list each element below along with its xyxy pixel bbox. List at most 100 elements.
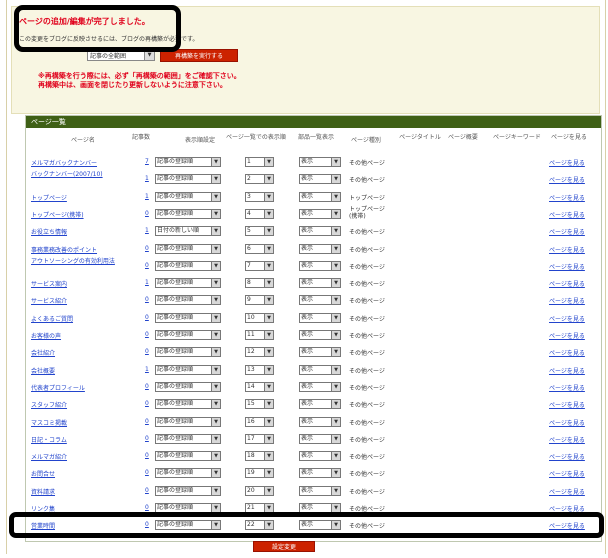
display-order-select[interactable]: 記事の登録順 ▼	[155, 416, 221, 427]
display-order-select[interactable]: 記事の登録順 ▼	[155, 330, 221, 340]
parts-display-select[interactable]: 表示 ▼	[299, 485, 341, 496]
list-position-select[interactable]: 3 ▼	[245, 191, 274, 202]
parts-display-select[interactable]: 表示 ▼	[299, 191, 341, 202]
parts-display-select[interactable]: 表示 ▼	[299, 260, 341, 271]
article-count-link[interactable]: 0	[145, 452, 149, 459]
list-position-select[interactable]: 9 ▼	[245, 295, 274, 306]
view-page-link[interactable]: ページを見る	[549, 452, 585, 461]
list-position-select[interactable]: 10 ▼	[245, 312, 274, 323]
view-page-link[interactable]: ページを見る	[549, 418, 585, 427]
list-position-select[interactable]: 15 ▼	[245, 399, 274, 410]
page-name-link[interactable]: 会社紹介	[31, 348, 55, 357]
article-count-link[interactable]: 0	[145, 504, 149, 511]
parts-display-select[interactable]: 表示 ▼	[299, 157, 341, 167]
parts-display-select[interactable]: 表示 ▼	[299, 416, 341, 427]
parts-display-select[interactable]: 表示 ▼	[299, 278, 341, 289]
list-position-select[interactable]: 6 ▼	[245, 243, 274, 254]
parts-display-select[interactable]: 表示 ▼	[299, 399, 341, 410]
view-page-link[interactable]: ページを見る	[549, 175, 585, 184]
list-position-select[interactable]: 16 ▼	[245, 416, 274, 427]
display-order-select[interactable]: 記事の登録順 ▼	[155, 485, 221, 496]
page-name-link[interactable]: よくあるご質問	[31, 314, 73, 323]
list-position-select[interactable]: 4 ▼	[245, 208, 274, 219]
view-page-link[interactable]: ページを見る	[549, 279, 585, 288]
article-count-link[interactable]: 0	[145, 400, 149, 407]
display-order-select[interactable]: 記事の登録順 ▼	[155, 381, 221, 392]
view-page-link[interactable]: ページを見る	[549, 348, 585, 357]
page-name-link[interactable]: トップページ	[31, 193, 67, 202]
article-count-link[interactable]: 0	[145, 383, 149, 390]
page-name-link[interactable]: アウトソーシングの有効利用法	[31, 258, 123, 265]
display-order-select[interactable]: 記事の登録順 ▼	[155, 174, 221, 185]
parts-display-select[interactable]: 表示 ▼	[299, 208, 341, 219]
article-count-link[interactable]: 1	[145, 175, 149, 182]
parts-display-select[interactable]: 表示 ▼	[299, 312, 341, 323]
parts-display-select[interactable]: 表示 ▼	[299, 347, 341, 358]
display-order-select[interactable]: 記事の登録順 ▼	[155, 468, 221, 479]
parts-display-select[interactable]: 表示 ▼	[299, 243, 341, 254]
article-count-link[interactable]: 1	[145, 193, 149, 200]
page-name-link[interactable]: サービス案内	[31, 279, 67, 288]
page-name-link[interactable]: お役立ち情報	[31, 227, 67, 236]
parts-display-select[interactable]: 表示 ▼	[299, 433, 341, 444]
view-page-link[interactable]: ページを見る	[549, 366, 585, 375]
page-name-link[interactable]: お客様の声	[31, 331, 61, 340]
display-order-select[interactable]: 記事の登録順 ▼	[155, 243, 221, 254]
page-name-link[interactable]: メルマガ紹介	[31, 452, 67, 461]
article-count-link[interactable]: 1	[145, 227, 149, 234]
display-order-select[interactable]: 記事の登録順 ▼	[155, 278, 221, 289]
display-order-select[interactable]: 日付の新しい順 ▼	[155, 226, 221, 237]
article-count-link[interactable]: 1	[145, 279, 149, 286]
display-order-select[interactable]: 記事の登録順 ▼	[155, 208, 221, 219]
article-count-link[interactable]: 0	[145, 435, 149, 442]
view-page-link[interactable]: ページを見る	[549, 296, 585, 305]
article-count-link[interactable]: 1	[145, 366, 149, 373]
parts-display-select[interactable]: 表示 ▼	[299, 295, 341, 306]
parts-display-select[interactable]: 表示 ▼	[299, 174, 341, 185]
list-position-select[interactable]: 13 ▼	[245, 364, 274, 375]
parts-display-select[interactable]: 表示 ▼	[299, 330, 341, 340]
article-count-link[interactable]: 0	[145, 262, 149, 269]
display-order-select[interactable]: 記事の登録順 ▼	[155, 399, 221, 410]
page-name-link[interactable]: 代表者プロフィール	[31, 383, 85, 392]
view-page-link[interactable]: ページを見る	[549, 158, 585, 167]
list-position-select[interactable]: 19 ▼	[245, 468, 274, 479]
view-page-link[interactable]: ページを見る	[549, 314, 585, 323]
display-order-select[interactable]: 記事の登録順 ▼	[155, 295, 221, 306]
view-page-link[interactable]: ページを見る	[549, 227, 585, 236]
article-count-link[interactable]: 0	[145, 418, 149, 425]
list-position-select[interactable]: 11 ▼	[245, 330, 274, 340]
parts-display-select[interactable]: 表示 ▼	[299, 381, 341, 392]
parts-display-select[interactable]: 表示 ▼	[299, 451, 341, 462]
article-count-link[interactable]: 0	[145, 296, 149, 303]
view-page-link[interactable]: ページを見る	[549, 487, 585, 496]
display-order-select[interactable]: 記事の登録順 ▼	[155, 347, 221, 358]
page-name-link[interactable]: 事務業務改善のポイント	[31, 245, 97, 254]
parts-display-select[interactable]: 表示 ▼	[299, 468, 341, 479]
view-page-link[interactable]: ページを見る	[549, 210, 585, 219]
display-order-select[interactable]: 記事の登録順 ▼	[155, 260, 221, 271]
view-page-link[interactable]: ページを見る	[549, 400, 585, 409]
view-page-link[interactable]: ページを見る	[549, 331, 585, 340]
article-count-link[interactable]: 7	[145, 158, 149, 165]
page-name-link[interactable]: お問合せ	[31, 469, 55, 478]
page-name-link[interactable]: トップページ(携帯)	[31, 210, 84, 219]
page-name-link[interactable]: 日記・コラム	[31, 435, 67, 444]
list-position-select[interactable]: 8 ▼	[245, 278, 274, 289]
display-order-select[interactable]: 記事の登録順 ▼	[155, 451, 221, 462]
view-page-link[interactable]: ページを見る	[549, 435, 585, 444]
list-position-select[interactable]: 14 ▼	[245, 381, 274, 392]
view-page-link[interactable]: ページを見る	[549, 469, 585, 478]
page-name-link[interactable]: 資料請求	[31, 487, 55, 496]
article-count-link[interactable]: 0	[145, 487, 149, 494]
display-order-select[interactable]: 記事の登録順 ▼	[155, 433, 221, 444]
article-count-link[interactable]: 0	[145, 314, 149, 321]
article-count-link[interactable]: 0	[145, 348, 149, 355]
page-name-link[interactable]: スタッフ紹介	[31, 400, 67, 409]
display-order-select[interactable]: 記事の登録順 ▼	[155, 191, 221, 202]
list-position-select[interactable]: 12 ▼	[245, 347, 274, 358]
page-name-link[interactable]: サービス紹介	[31, 296, 67, 305]
list-position-select[interactable]: 18 ▼	[245, 451, 274, 462]
parts-display-select[interactable]: 表示 ▼	[299, 226, 341, 237]
list-position-select[interactable]: 2 ▼	[245, 174, 274, 185]
